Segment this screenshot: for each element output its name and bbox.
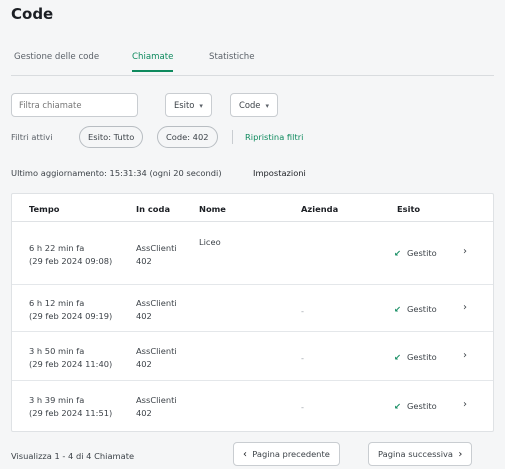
queue-name: AssClienti bbox=[136, 346, 177, 356]
column-header-esito: Esito bbox=[397, 204, 421, 214]
check-arrow-icon: ↙ bbox=[394, 248, 401, 258]
table-row[interactable]: 6 h 22 min fa (29 feb 2024 09:08) AssCli… bbox=[12, 223, 493, 285]
code-dropdown-label: Code bbox=[239, 100, 261, 110]
filter-chip-code[interactable]: Code: 402 bbox=[157, 126, 218, 148]
queue-number: 402 bbox=[136, 408, 152, 418]
chevron-right-icon[interactable]: › bbox=[463, 399, 467, 410]
queue-name: AssClienti bbox=[136, 243, 177, 253]
table-row[interactable]: 3 h 50 min fa (29 feb 2024 11:40) AssCli… bbox=[12, 332, 493, 381]
table-row[interactable]: 3 h 39 min fa (29 feb 2024 11:51) AssCli… bbox=[12, 381, 493, 431]
code-dropdown[interactable]: Code ▾ bbox=[230, 93, 278, 117]
queue-name: AssClienti bbox=[136, 395, 177, 405]
chevron-down-icon: ▾ bbox=[265, 102, 269, 110]
esito-dropdown-label: Esito bbox=[174, 100, 195, 110]
column-header-tempo: Tempo bbox=[29, 204, 60, 214]
filter-chip-esito[interactable]: Esito: Tutto bbox=[79, 126, 144, 148]
tab-statistiche[interactable]: Statistiche bbox=[209, 52, 255, 70]
check-arrow-icon: ↙ bbox=[394, 304, 401, 314]
table-header: Tempo In coda Nome Azienda Esito bbox=[12, 194, 493, 222]
tab-gestione-code[interactable]: Gestione delle code bbox=[14, 52, 99, 70]
status-text: Gestito bbox=[406, 401, 437, 411]
call-timestamp: (29 feb 2024 11:51) bbox=[29, 408, 113, 418]
table-row[interactable]: 6 h 12 min fa (29 feb 2024 09:19) AssCli… bbox=[12, 285, 493, 332]
company-name: - bbox=[301, 306, 304, 316]
status-badge: ↙ Gestito bbox=[394, 304, 437, 314]
call-time-ago: 3 h 50 min fa bbox=[29, 346, 85, 356]
tab-chiamate[interactable]: Chiamate bbox=[132, 52, 174, 72]
last-updated-text: Ultimo aggiornamento: 15:31:34 (ogni 20 … bbox=[11, 168, 222, 178]
queue-number: 402 bbox=[136, 256, 152, 266]
pagination-summary: Visualizza 1 - 4 di 4 Chiamate bbox=[11, 451, 135, 461]
calls-table: Tempo In coda Nome Azienda Esito 6 h 22 … bbox=[11, 193, 494, 432]
column-header-azienda: Azienda bbox=[301, 204, 339, 214]
chevron-right-icon[interactable]: › bbox=[463, 246, 467, 257]
tab-bar: Gestione delle code Chiamate Statistiche bbox=[11, 52, 494, 76]
active-filters-label: Filtri attivi bbox=[11, 132, 53, 142]
check-arrow-icon: ↙ bbox=[394, 352, 401, 362]
call-time-ago: 6 h 22 min fa bbox=[29, 243, 85, 253]
reset-filters-link[interactable]: Ripristina filtri bbox=[245, 132, 303, 142]
column-header-nome: Nome bbox=[199, 204, 226, 214]
status-badge: ↙ Gestito bbox=[394, 248, 437, 258]
status-text: Gestito bbox=[406, 248, 437, 258]
call-timestamp: (29 feb 2024 09:08) bbox=[29, 256, 113, 266]
chevron-left-icon: ‹ bbox=[243, 449, 247, 460]
status-badge: ↙ Gestito bbox=[394, 352, 437, 362]
next-page-button[interactable]: Pagina successiva › bbox=[368, 442, 473, 466]
queue-number: 402 bbox=[136, 359, 152, 369]
status-badge: ↙ Gestito bbox=[394, 401, 437, 411]
previous-page-button[interactable]: ‹ Pagina precedente bbox=[233, 442, 340, 466]
call-time-ago: 3 h 39 min fa bbox=[29, 395, 85, 405]
queue-number: 402 bbox=[136, 311, 152, 321]
next-page-label: Pagina successiva bbox=[378, 449, 454, 459]
column-header-in-coda: In coda bbox=[136, 204, 171, 214]
chevron-right-icon[interactable]: › bbox=[463, 302, 467, 313]
chevron-down-icon: ▾ bbox=[199, 102, 203, 110]
page-title: Code bbox=[11, 5, 54, 23]
previous-page-label: Pagina precedente bbox=[252, 449, 330, 459]
status-text: Gestito bbox=[406, 304, 437, 314]
company-name: - bbox=[301, 353, 304, 363]
settings-link[interactable]: Impostazioni bbox=[253, 168, 306, 178]
company-name: - bbox=[301, 402, 304, 412]
check-arrow-icon: ↙ bbox=[394, 401, 401, 411]
queue-name: AssClienti bbox=[136, 298, 177, 308]
chevron-right-icon[interactable]: › bbox=[463, 350, 467, 361]
status-text: Gestito bbox=[406, 352, 437, 362]
chevron-right-icon: › bbox=[458, 449, 463, 460]
esito-dropdown[interactable]: Esito ▾ bbox=[165, 93, 212, 117]
call-timestamp: (29 feb 2024 09:19) bbox=[29, 311, 113, 321]
divider bbox=[232, 130, 233, 144]
search-input[interactable] bbox=[11, 93, 138, 117]
call-time-ago: 6 h 12 min fa bbox=[29, 298, 85, 308]
caller-name: Liceo bbox=[199, 237, 221, 247]
call-timestamp: (29 feb 2024 11:40) bbox=[29, 359, 113, 369]
